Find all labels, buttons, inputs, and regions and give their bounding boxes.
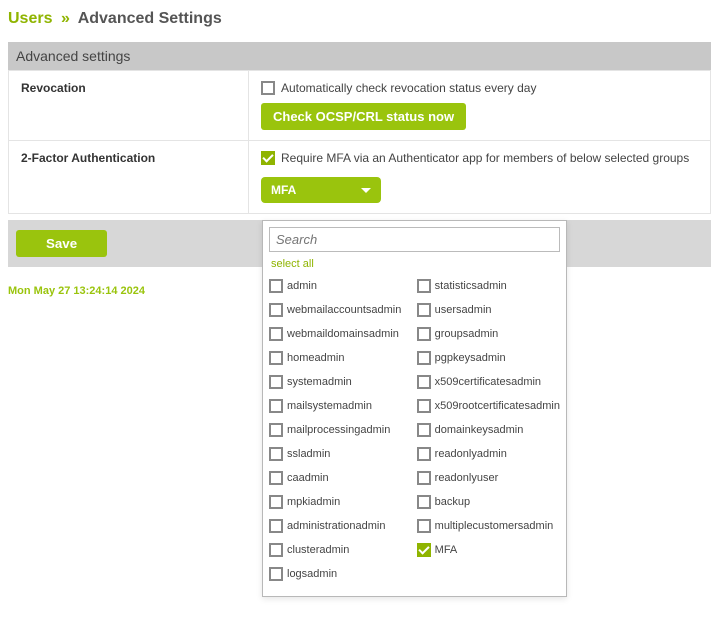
- group-label: mailprocessingadmin: [287, 424, 390, 436]
- group-item[interactable]: webmaildomainsadmin: [269, 322, 411, 346]
- group-item[interactable]: mailsystemadmin: [269, 394, 411, 418]
- group-item[interactable]: pgpkeysadmin: [417, 346, 560, 370]
- group-label: statisticsadmin: [435, 280, 507, 292]
- save-button[interactable]: Save: [16, 230, 107, 257]
- group-checkbox[interactable]: [417, 303, 431, 317]
- group-checkbox[interactable]: [269, 279, 283, 293]
- breadcrumb-separator: »: [61, 10, 70, 27]
- group-item[interactable]: systemadmin: [269, 370, 411, 394]
- mfa-dropdown-value: MFA: [271, 183, 296, 197]
- group-label: readonlyuser: [435, 472, 499, 484]
- group-label: logsadmin: [287, 568, 337, 580]
- group-item[interactable]: readonlyadmin: [417, 442, 560, 466]
- group-label: x509rootcertificatesadmin: [435, 400, 560, 412]
- group-checkbox[interactable]: [269, 519, 283, 533]
- group-item[interactable]: usersadmin: [417, 298, 560, 322]
- panel-title: Advanced settings: [8, 42, 711, 70]
- group-label: pgpkeysadmin: [435, 352, 506, 364]
- group-label: webmailaccountsadmin: [287, 304, 401, 316]
- group-checkbox[interactable]: [417, 279, 431, 293]
- group-item[interactable]: webmailaccountsadmin: [269, 298, 411, 322]
- group-label: readonlyadmin: [435, 448, 507, 460]
- group-label: multiplecustomersadmin: [435, 520, 554, 532]
- group-item[interactable]: caadmin: [269, 466, 411, 490]
- group-checkbox[interactable]: [417, 519, 431, 533]
- group-item[interactable]: ssladmin: [269, 442, 411, 466]
- chevron-down-icon: [361, 188, 371, 193]
- group-label: caadmin: [287, 472, 329, 484]
- settings-table: Revocation Automatically check revocatio…: [8, 70, 711, 214]
- group-item[interactable]: backup: [417, 490, 560, 514]
- group-item[interactable]: x509certificatesadmin: [417, 370, 560, 394]
- group-label: backup: [435, 496, 470, 508]
- group-item[interactable]: groupsadmin: [417, 322, 560, 346]
- group-label: ssladmin: [287, 448, 330, 460]
- group-label: administrationadmin: [287, 520, 385, 532]
- revocation-auto-checkbox[interactable]: [261, 81, 275, 95]
- group-label: x509certificatesadmin: [435, 376, 541, 388]
- group-item[interactable]: statisticsadmin: [417, 274, 560, 298]
- group-checkbox[interactable]: [417, 399, 431, 413]
- group-label: clusteradmin: [287, 544, 349, 556]
- group-item[interactable]: clusteradmin: [269, 538, 411, 562]
- group-checkbox[interactable]: [269, 543, 283, 557]
- group-item[interactable]: administrationadmin: [269, 514, 411, 538]
- group-label: systemadmin: [287, 376, 352, 388]
- group-checkbox[interactable]: [269, 399, 283, 413]
- group-label: usersadmin: [435, 304, 492, 316]
- group-item[interactable]: mpkiadmin: [269, 490, 411, 514]
- mfa-groups-popup: select all admin webmailaccountsadmin webm…: [262, 220, 567, 597]
- group-checkbox[interactable]: [417, 375, 431, 389]
- group-checkbox[interactable]: [417, 351, 431, 365]
- group-checkbox[interactable]: [417, 471, 431, 485]
- group-checkbox[interactable]: [269, 471, 283, 485]
- breadcrumb-parent[interactable]: Users: [8, 10, 52, 27]
- group-item[interactable]: x509rootcertificatesadmin: [417, 394, 560, 418]
- group-checkbox[interactable]: [269, 495, 283, 509]
- revocation-label: Revocation: [9, 71, 249, 141]
- group-checkbox[interactable]: [269, 303, 283, 317]
- group-checkbox[interactable]: [269, 447, 283, 461]
- group-checkbox[interactable]: [269, 351, 283, 365]
- group-checkbox[interactable]: [417, 543, 431, 557]
- group-item[interactable]: multiplecustomersadmin: [417, 514, 560, 538]
- group-item[interactable]: homeadmin: [269, 346, 411, 370]
- group-label: groupsadmin: [435, 328, 499, 340]
- group-checkbox[interactable]: [269, 375, 283, 389]
- group-checkbox[interactable]: [417, 423, 431, 437]
- mfa-label: 2-Factor Authentication: [9, 141, 249, 214]
- group-checkbox[interactable]: [417, 327, 431, 341]
- group-label: homeadmin: [287, 352, 344, 364]
- group-item[interactable]: domainkeysadmin: [417, 418, 560, 442]
- group-item[interactable]: mailprocessingadmin: [269, 418, 411, 442]
- require-mfa-checkbox[interactable]: [261, 151, 275, 165]
- check-ocsp-button[interactable]: Check OCSP/CRL status now: [261, 103, 466, 130]
- breadcrumb: Users » Advanced Settings: [8, 4, 711, 36]
- group-checkbox[interactable]: [269, 423, 283, 437]
- group-label: mpkiadmin: [287, 496, 340, 508]
- group-search-input[interactable]: [269, 227, 560, 252]
- select-all-link[interactable]: select all: [271, 258, 560, 270]
- group-item[interactable]: readonlyuser: [417, 466, 560, 490]
- group-checkbox[interactable]: [417, 495, 431, 509]
- group-label: admin: [287, 280, 317, 292]
- breadcrumb-current: Advanced Settings: [78, 10, 222, 27]
- require-mfa-label: Require MFA via an Authenticator app for…: [281, 151, 689, 165]
- group-item[interactable]: logsadmin: [269, 562, 411, 586]
- group-checkbox[interactable]: [417, 447, 431, 461]
- group-label: mailsystemadmin: [287, 400, 372, 412]
- group-label: MFA: [435, 544, 458, 556]
- group-item[interactable]: MFA: [417, 538, 560, 562]
- group-checkbox[interactable]: [269, 567, 283, 581]
- mfa-groups-dropdown[interactable]: MFA: [261, 177, 381, 203]
- revocation-auto-label: Automatically check revocation status ev…: [281, 81, 536, 95]
- group-checkbox[interactable]: [269, 327, 283, 341]
- group-label: webmaildomainsadmin: [287, 328, 399, 340]
- group-label: domainkeysadmin: [435, 424, 524, 436]
- group-item[interactable]: admin: [269, 274, 411, 298]
